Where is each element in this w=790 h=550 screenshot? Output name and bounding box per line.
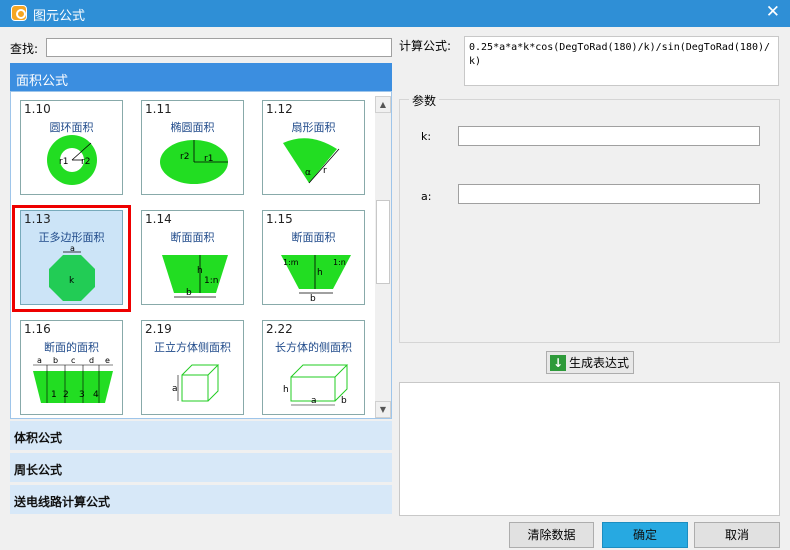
cube-icon: a [172, 364, 220, 402]
formula-card-1-15[interactable]: 1.15 断面面积 1:m 1:n h b [262, 210, 365, 305]
cuboid-label-h: h [283, 385, 289, 395]
formula-field[interactable]: 0.25*a*a*k*cos(DegToRad(180)/k)/sin(DegT… [464, 36, 779, 86]
cube-label-a: a [172, 384, 178, 394]
section-label-b: b [186, 288, 192, 298]
arrow-down-icon: ↓ [550, 354, 566, 371]
ms-label-4: 4 [93, 390, 99, 400]
card-number: 1.16 [24, 322, 51, 336]
param-k-label: k: [421, 130, 432, 143]
section-label-h: h [197, 266, 203, 276]
section2-label-b: b [310, 294, 316, 303]
search-input[interactable] [46, 38, 392, 57]
formula-card-1-14[interactable]: 1.14 断面面积 h 1:n b [141, 210, 244, 305]
formula-card-2-19[interactable]: 2.19 正立方体侧面积 a [141, 320, 244, 415]
ms-label-d: d [89, 356, 94, 365]
section-label-slope: 1:n [204, 276, 218, 286]
params-legend: 参数 [409, 92, 440, 109]
multi-section-icon: a b c d e 1 2 3 4 [33, 356, 113, 403]
ms-label-1: 1 [51, 390, 57, 400]
cuboid-label-a: a [311, 396, 317, 406]
ms-label-b: b [53, 356, 58, 365]
app-icon [11, 5, 27, 21]
category-perimeter[interactable]: 周长公式 [10, 453, 392, 483]
clear-data-button[interactable]: 清除数据 [509, 522, 594, 548]
formula-card-1-12[interactable]: 1.12 扇形面积 α r [262, 100, 365, 195]
card-number: 1.11 [145, 102, 172, 116]
window-title: 图元公式 [33, 9, 86, 24]
ok-button[interactable]: 确定 [602, 522, 688, 548]
grid-scrollbar[interactable]: ▲ ▼ [375, 96, 391, 418]
cuboid-label-b: b [341, 396, 347, 406]
title-bar: 图元公式 ✕ [0, 0, 790, 27]
formula-card-1-11[interactable]: 1.11 椭圆面积 r2 r1 [141, 100, 244, 195]
card-number: 1.14 [145, 212, 172, 226]
category-volume[interactable]: 体积公式 [10, 421, 392, 451]
ms-label-c: c [71, 356, 75, 365]
scroll-thumb[interactable] [376, 200, 390, 284]
card-number: 1.10 [24, 102, 51, 116]
param-a-input[interactable] [458, 184, 760, 204]
expression-result-field[interactable] [399, 382, 780, 516]
ellipse-icon: r2 r1 [160, 140, 228, 184]
scroll-up-icon[interactable]: ▲ [375, 96, 391, 113]
ms-label-2: 2 [63, 390, 69, 400]
card-number: 1.15 [266, 212, 293, 226]
formula-card-2-22[interactable]: 2.22 长方体的侧面积 h a b [262, 320, 365, 415]
generate-expression-button[interactable]: ↓ 生成表达式 [546, 351, 634, 374]
ring-label-r1: r1 [59, 157, 68, 167]
ellipse-label-r2: r2 [180, 152, 189, 162]
search-label: 查找: [10, 42, 39, 56]
card-number: 1.12 [266, 102, 293, 116]
section2-icon: 1:m 1:n h b [281, 255, 351, 303]
sector-icon: α r [283, 138, 340, 184]
formula-card-1-10[interactable]: 1.10 圆环面积 r1 r2 [20, 100, 123, 195]
card-number: 2.22 [266, 322, 293, 336]
section-icon: h 1:n b [162, 255, 228, 298]
category-power-line[interactable]: 送电线路计算公式 [10, 485, 392, 515]
ellipse-label-r1: r1 [204, 154, 213, 164]
cuboid-icon: h a b [283, 364, 349, 406]
scroll-down-icon[interactable]: ▼ [375, 401, 391, 418]
selected-card-highlight [12, 205, 131, 312]
ms-label-3: 3 [79, 390, 85, 400]
generate-button-label: 生成表达式 [569, 356, 630, 370]
section2-label-m: 1:m [283, 258, 299, 267]
formula-label: 计算公式: [399, 39, 452, 53]
ms-label-a: a [37, 356, 42, 365]
card-number: 2.19 [145, 322, 172, 336]
section2-label-n: 1:n [333, 258, 346, 267]
ring-label-r2: r2 [81, 157, 90, 167]
formula-card-1-16[interactable]: 1.16 断面的面积 a b c d e 1 2 3 4 [20, 320, 123, 415]
area-formula-header[interactable]: 面积公式 [10, 63, 392, 91]
cancel-button[interactable]: 取消 [694, 522, 780, 548]
ms-label-e: e [105, 356, 110, 365]
formula-dialog: 图元公式 ✕ 查找: 计算公式: 0.25*a*a*k*cos(DegToRad… [0, 0, 790, 550]
param-a-label: a: [421, 190, 432, 203]
param-k-input[interactable] [458, 126, 760, 146]
sector-label-r: r [323, 166, 327, 176]
section2-label-h: h [317, 268, 323, 278]
close-icon[interactable]: ✕ [766, 2, 780, 22]
ring-icon: r1 r2 [47, 135, 97, 185]
sector-label-alpha: α [305, 168, 311, 178]
